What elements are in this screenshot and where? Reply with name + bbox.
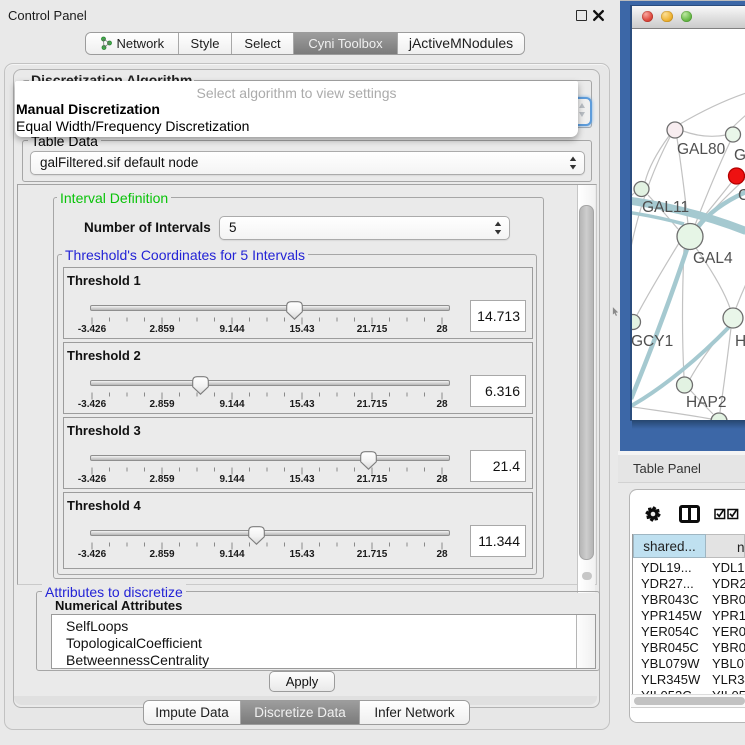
svg-text:CD: CD — [738, 187, 745, 204]
svg-text:HA: HA — [735, 333, 745, 350]
svg-text:GA: GA — [734, 147, 745, 164]
svg-text:HAP2: HAP2 — [686, 394, 727, 411]
svg-text:GAL11: GAL11 — [642, 199, 689, 216]
svg-text:GAL4: GAL4 — [693, 250, 733, 267]
svg-text:GAL80: GAL80 — [677, 141, 726, 158]
svg-text:GCY1: GCY1 — [632, 333, 673, 350]
